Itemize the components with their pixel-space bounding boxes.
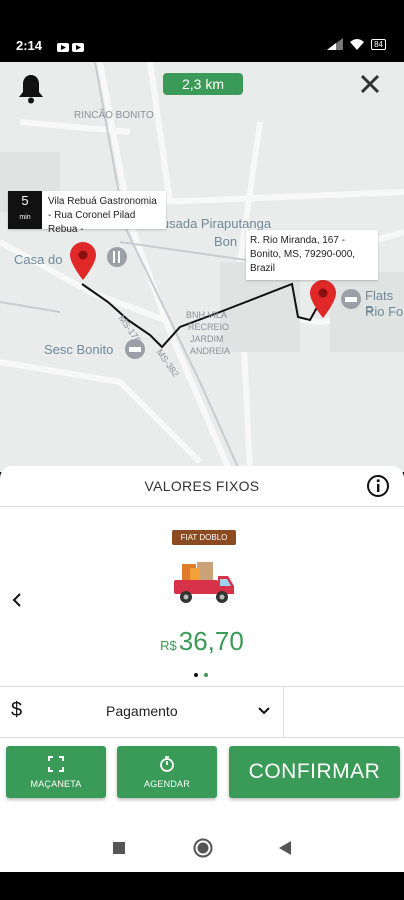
fare-price: R$36,70 <box>0 626 404 657</box>
battery-icon: 84 <box>371 38 386 50</box>
origin-callout[interactable]: 5 min Vila Rebuá Gastronomia - Rua Coron… <box>8 191 166 235</box>
sheet-title: VALORES FIXOS <box>144 478 260 494</box>
dollar-icon: $ <box>11 699 23 721</box>
carousel-dots <box>194 673 208 677</box>
map-label-riofo: Rio Fo <box>365 304 404 319</box>
origin-address: Vila Rebuá Gastronomia - Rua Coronel Pil… <box>48 196 157 235</box>
restaurant-icon <box>107 247 127 267</box>
eta-value: 5 <box>21 193 29 208</box>
notification-icons <box>57 40 85 58</box>
divider <box>0 506 404 507</box>
android-nav-bar <box>0 820 404 872</box>
map-label-bnh3: JARDIM <box>190 334 224 344</box>
carousel-dot[interactable] <box>194 673 198 677</box>
truck-icon[interactable] <box>170 560 236 608</box>
stopwatch-icon <box>160 756 174 772</box>
hotel-icon <box>341 289 361 309</box>
carousel-dot-active[interactable] <box>204 673 208 677</box>
map-label-bon: Bon <box>214 234 238 249</box>
map-label-bnh4: ANDREIA <box>190 346 231 356</box>
price-currency: R$ <box>160 638 177 653</box>
status-bar: 2:14 84 <box>0 0 404 62</box>
hotel-icon-2 <box>125 339 145 359</box>
status-time: 2:14 <box>16 38 43 53</box>
map-label-bnh2: RECREIO <box>188 322 230 332</box>
map-label-bnh1: BNH VILA <box>186 310 228 320</box>
origin-pin-icon <box>70 242 96 280</box>
close-icon[interactable] <box>358 72 382 96</box>
schedule-label: AGENDAR <box>144 779 190 789</box>
home-icon[interactable] <box>193 838 213 858</box>
payment-divider <box>283 687 284 737</box>
vehicle-tag: FIAT DOBLO <box>172 530 236 545</box>
destination-callout[interactable]: R. Rio Miranda, 167 - Bonito, MS, 79290-… <box>246 230 378 280</box>
recent-apps-icon[interactable] <box>113 842 125 854</box>
map-label-sesc: Sesc Bonito <box>44 342 114 357</box>
schedule-button[interactable]: AGENDAR <box>117 746 217 798</box>
manivela-button[interactable]: MAÇANETA <box>6 746 106 798</box>
eta-badge: 5 min <box>8 191 42 229</box>
bottom-bar <box>0 872 404 900</box>
manivela-label: MAÇANETA <box>30 779 82 789</box>
signal-icon <box>327 38 344 50</box>
system-icons: 84 <box>327 38 386 50</box>
info-icon[interactable] <box>366 474 390 498</box>
eta-unit: min <box>19 214 31 221</box>
bell-icon[interactable] <box>14 72 48 106</box>
wifi-icon <box>350 39 365 50</box>
chevron-down-icon[interactable] <box>256 703 272 719</box>
payment-selector[interactable]: $ Pagamento <box>0 686 404 738</box>
payment-label: Pagamento <box>106 703 178 719</box>
map-label-casa: Casa do <box>14 252 63 267</box>
distance-badge: 2,3 km <box>163 73 243 95</box>
expand-icon <box>48 756 64 772</box>
chevron-left-icon[interactable] <box>8 590 26 610</box>
destination-pin-icon <box>310 280 336 318</box>
map-label-rincao: RINCÃO BONITO <box>74 110 154 121</box>
map-view[interactable]: 2,3 km RINCÃO BONITO Pousada Piraputanga… <box>0 62 404 472</box>
back-icon[interactable] <box>278 840 292 856</box>
fare-sheet: VALORES FIXOS FIAT DOBLO R$36,70 $ Pagam… <box>0 466 404 836</box>
confirm-button[interactable]: CONFIRMAR <box>229 746 400 798</box>
destination-address: R. Rio Miranda, 167 - Bonito, MS, 79290-… <box>250 235 356 274</box>
price-value: 36,70 <box>178 626 244 656</box>
